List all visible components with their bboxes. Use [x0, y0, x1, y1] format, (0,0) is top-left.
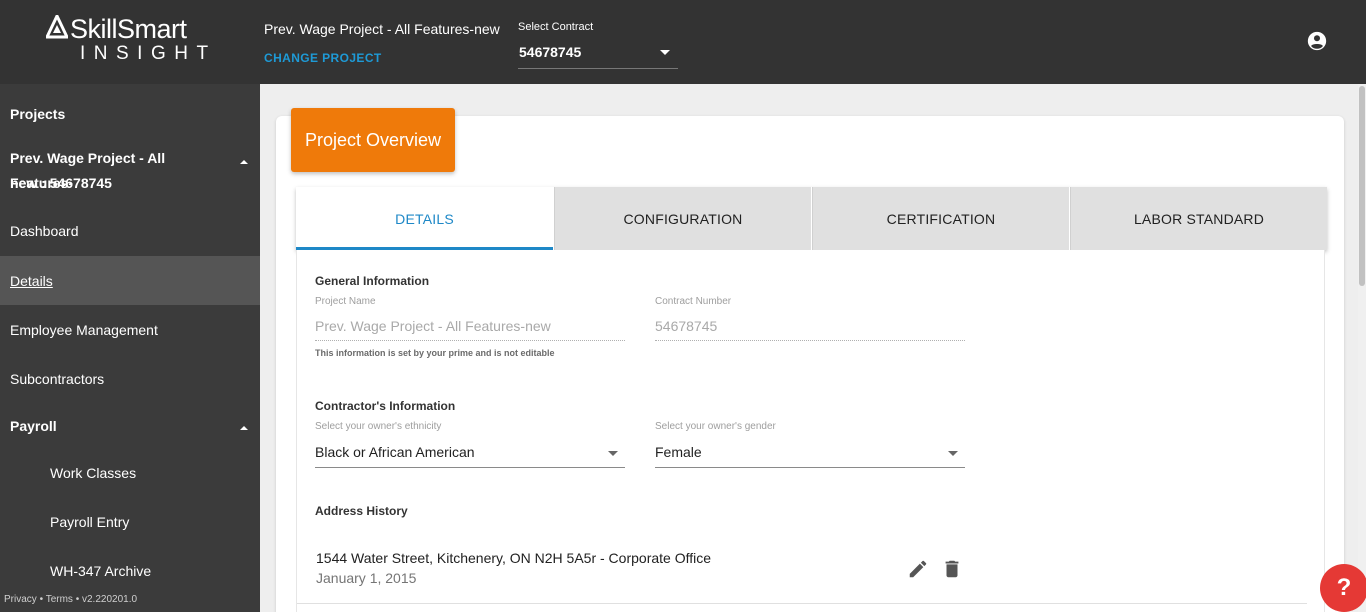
sidebar-footer: Privacy • Terms • v2.220201.0: [4, 594, 137, 605]
logo-triangle-icon: [46, 15, 68, 39]
tab-details[interactable]: DETAILS: [296, 187, 553, 250]
sidebar-item-subcontractors[interactable]: Subcontractors: [0, 365, 260, 391]
chevron-up-icon: [240, 426, 248, 430]
sidebar-item-employee-management[interactable]: Employee Management: [0, 316, 260, 342]
sidebar-item-label: Details: [10, 273, 53, 289]
edit-pencil-icon[interactable]: [907, 558, 929, 580]
address-date: January 1, 2015: [316, 570, 417, 586]
terms-link[interactable]: Terms: [46, 594, 73, 605]
contract-number-underline: [655, 340, 965, 341]
project-name-field: Prev. Wage Project - All Features-new: [315, 318, 551, 334]
gender-select-label: Select your owner's gender: [655, 421, 776, 432]
address-row-divider: [297, 603, 1307, 604]
dropdown-arrow-icon: [660, 50, 670, 55]
project-name-label: Project Name: [315, 296, 376, 307]
sidebar-nav: Projects Prev. Wage Project - All Featur…: [0, 84, 260, 612]
sidebar-item-label: Subcontractors: [10, 371, 105, 387]
current-project-title: Prev. Wage Project - All Features-new: [264, 21, 500, 37]
app-header: SkillSmart INSIGHT Prev. Wage Project - …: [0, 0, 1366, 84]
sidebar-item-label: Projects: [10, 106, 66, 122]
privacy-link[interactable]: Privacy: [4, 594, 37, 605]
project-overview-title: Project Overview: [291, 108, 455, 172]
ethnicity-select-value: Black or African American: [315, 444, 475, 460]
dropdown-arrow-icon: [948, 451, 958, 456]
sidebar-item-label: Work Classes: [50, 465, 137, 481]
footer-separator: •: [72, 594, 82, 605]
sidebar-item-wh347-archive[interactable]: WH-347 Archive: [0, 557, 260, 583]
contract-select-value: 54678745: [519, 44, 582, 60]
dropdown-arrow-icon: [608, 451, 618, 456]
sidebar-item-label: Employee Management: [10, 322, 158, 338]
skillsmart-logo[interactable]: SkillSmart INSIGHT: [44, 14, 219, 66]
sidebar-item-details[interactable]: Details: [0, 256, 260, 305]
delete-trash-icon[interactable]: [941, 558, 963, 580]
gender-underline: [655, 467, 965, 468]
page-scrollbar[interactable]: [1358, 84, 1366, 612]
contractors-information-heading: Contractor's Information: [315, 399, 456, 413]
not-editable-hint: This information is set by your prime an…: [315, 348, 555, 358]
sidebar-item-label: Payroll: [10, 418, 57, 434]
contract-number-field: 54678745: [655, 318, 718, 334]
app-version: v2.220201.0: [81, 594, 138, 605]
sidebar-item-work-classes[interactable]: Work Classes: [0, 459, 260, 485]
sidebar-item-label: WH-347 Archive: [50, 563, 152, 579]
contract-select-label: Select Contract: [518, 21, 594, 33]
tab-certification[interactable]: CERTIFICATION: [812, 187, 1069, 250]
chevron-up-icon: [240, 160, 248, 164]
gender-select-value: Female: [655, 444, 702, 460]
sidebar-item-dashboard[interactable]: Dashboard: [0, 218, 260, 244]
sidebar-item-payroll-entry[interactable]: Payroll Entry: [0, 508, 260, 534]
project-tabs: DETAILS CONFIGURATION CERTIFICATION LABO…: [296, 187, 1327, 250]
sidebar-item-payroll[interactable]: Payroll: [0, 412, 260, 438]
ethnicity-underline: [315, 467, 625, 468]
general-information-heading: General Information: [315, 274, 430, 288]
sidebar-item-label: Dashboard: [10, 223, 79, 239]
change-project-link[interactable]: CHANGE PROJECT: [264, 51, 382, 65]
logo-wordmark: SkillSmart: [70, 14, 187, 44]
contract-number-label: Contract Number: [655, 296, 732, 307]
tab-labor-standard[interactable]: LABOR STANDARD: [1070, 187, 1327, 250]
footer-separator: •: [36, 594, 46, 605]
sidebar-item-current-project[interactable]: Prev. Wage Project - All Features- new :…: [0, 146, 260, 198]
scrollbar-thumb[interactable]: [1359, 86, 1365, 286]
logo-subtitle: INSIGHT: [80, 43, 217, 64]
address-history-heading: Address History: [315, 504, 408, 518]
account-circle-icon[interactable]: [1306, 30, 1328, 52]
ethnicity-select[interactable]: Black or African American: [315, 441, 625, 467]
gender-select[interactable]: Female: [655, 441, 965, 467]
tab-configuration[interactable]: CONFIGURATION: [554, 187, 811, 250]
contract-select[interactable]: 54678745: [518, 36, 678, 69]
ethnicity-select-label: Select your owner's ethnicity: [315, 421, 442, 432]
sidebar-item-projects[interactable]: Projects: [0, 102, 260, 126]
project-name-underline: [315, 340, 625, 341]
address-text: 1544 Water Street, Kitchenery, ON N2H 5A…: [316, 550, 712, 566]
help-button[interactable]: ?: [1320, 564, 1366, 612]
sidebar-item-label: Payroll Entry: [50, 514, 130, 530]
sidebar-project-name-line2: new : 54678745: [10, 175, 112, 191]
